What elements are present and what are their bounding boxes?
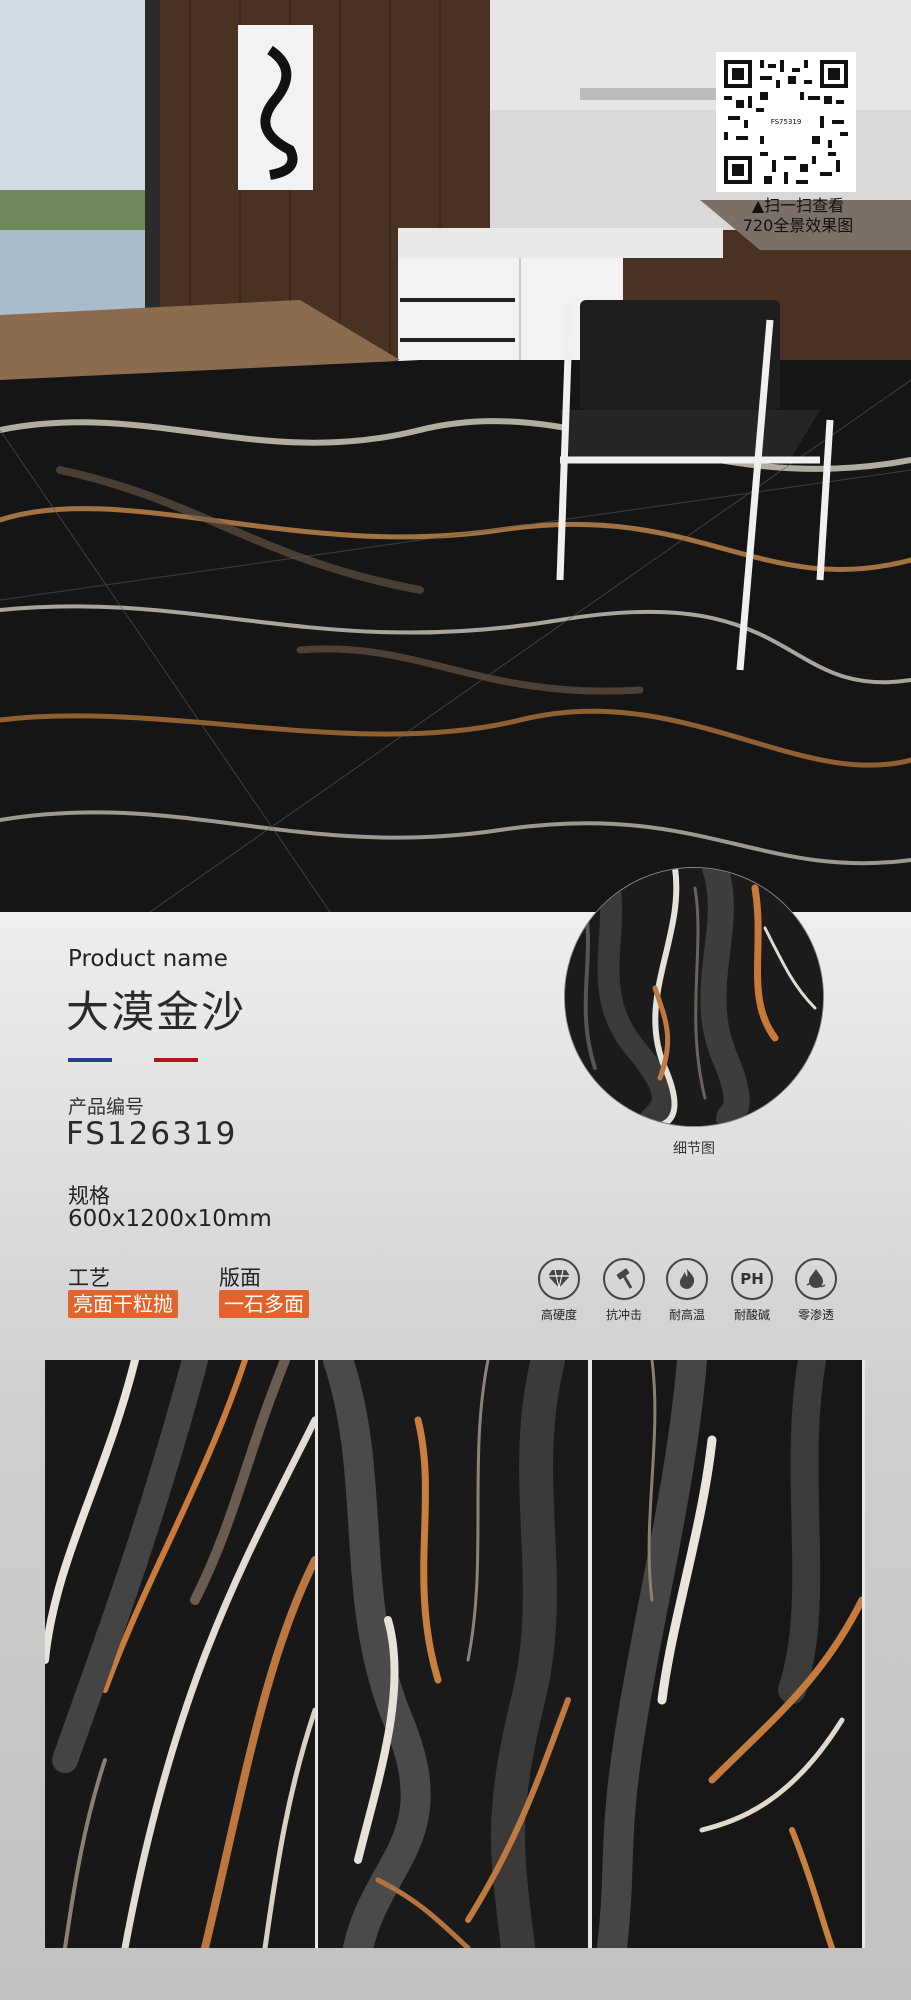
divider-blue <box>68 1058 112 1062</box>
ph-icon: PH <box>731 1258 773 1300</box>
spec-value: 600x1200x10mm <box>68 1206 272 1232</box>
detail-caption: 细节图 <box>673 1141 715 1157</box>
face-label: 版面 <box>219 1266 261 1290</box>
slab-image-2[interactable] <box>318 1360 588 1948</box>
ph-icon-text: PH <box>740 1270 764 1288</box>
feature-heat: 耐高温 <box>655 1258 719 1323</box>
product-code-label: 产品编号 <box>68 1096 145 1118</box>
slab-image-1[interactable] <box>45 1360 315 1948</box>
flame-icon <box>666 1258 708 1300</box>
marble-slab-texture <box>45 1360 315 1948</box>
qr-caption-line2: 720全景效果图 <box>742 216 854 235</box>
marble-slab-texture <box>318 1360 588 1948</box>
marble-detail-texture <box>565 868 823 1126</box>
detail-image[interactable] <box>565 868 823 1126</box>
tricolor-divider <box>68 1058 198 1062</box>
slab-gallery <box>45 1360 865 1948</box>
drop-icon <box>795 1258 837 1300</box>
slab-image-3[interactable] <box>592 1360 862 1948</box>
qr-product-code: FS75319 <box>767 116 805 128</box>
feature-label: 高硬度 <box>540 1308 577 1322</box>
product-name-label: Product name <box>68 946 228 972</box>
product-code: FS126319 <box>66 1116 238 1152</box>
product-page: FS75319 ▲扫一扫查看 720全景效果图 Product name 大漠金… <box>0 0 911 2000</box>
feature-acid: PH 耐酸碱 <box>720 1258 784 1323</box>
feature-waterproof: 零渗透 <box>784 1258 848 1323</box>
feature-impact: 抗冲击 <box>592 1258 656 1323</box>
feature-label: 抗冲击 <box>605 1308 642 1322</box>
qr-code-card[interactable]: FS75319 <box>716 52 856 192</box>
feature-label: 耐高温 <box>668 1308 705 1322</box>
divider-red <box>154 1058 198 1062</box>
hammer-icon <box>603 1258 645 1300</box>
qr-caption-line1: ▲扫一扫查看 <box>751 196 845 215</box>
divider-white <box>112 1058 154 1062</box>
diamond-icon <box>538 1258 580 1300</box>
craft-label: 工艺 <box>68 1266 110 1290</box>
face-tag: 一石多面 <box>219 1290 309 1318</box>
product-title: 大漠金沙 <box>66 988 246 1038</box>
marble-slab-texture <box>592 1360 862 1948</box>
feature-hardness: 高硬度 <box>527 1258 591 1323</box>
feature-label: 零渗透 <box>797 1308 834 1322</box>
hero-interior-image: FS75319 ▲扫一扫查看 720全景效果图 <box>0 0 911 912</box>
craft-tag: 亮面干粒抛 <box>68 1290 178 1318</box>
feature-label: 耐酸碱 <box>733 1308 770 1322</box>
